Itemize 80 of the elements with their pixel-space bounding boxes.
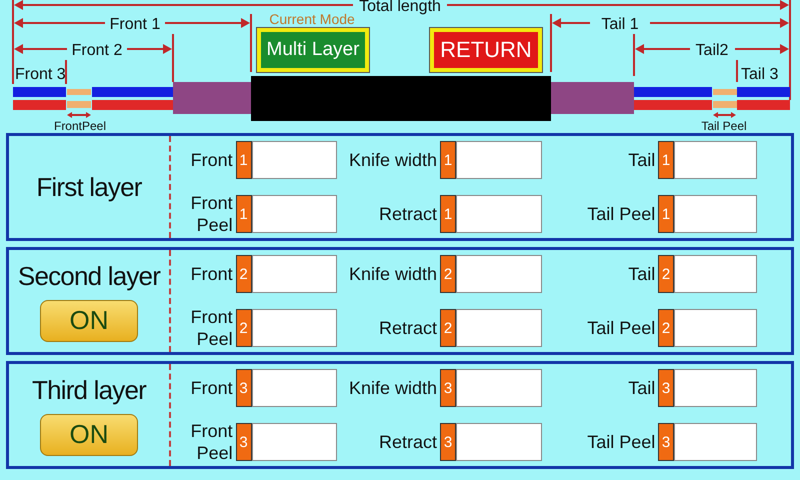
- field-label: Retract: [378, 203, 437, 225]
- layer-title: Second layer: [18, 260, 160, 292]
- mode-button[interactable]: Multi Layer: [257, 28, 369, 72]
- dimension-label: Tail 1: [601, 16, 639, 33]
- wire: [737, 87, 790, 97]
- wire: [737, 100, 790, 110]
- dimension-label: Tail Peel: [701, 119, 747, 133]
- input-field[interactable]: [674, 369, 757, 407]
- input-field[interactable]: [252, 141, 337, 179]
- field-label: Tail Peel: [586, 317, 656, 339]
- input-field[interactable]: [674, 195, 757, 233]
- field-label: Front Peel: [190, 420, 233, 464]
- input-field[interactable]: [252, 369, 337, 407]
- field-label: Tail Peel: [586, 203, 656, 225]
- layer-tag: 1: [236, 195, 252, 233]
- layer-tag: 3: [658, 369, 674, 407]
- layer-tag: 3: [236, 369, 252, 407]
- peeled-wire: [713, 89, 737, 95]
- layer-tag: 3: [440, 423, 456, 461]
- field-label: Tail: [627, 263, 656, 285]
- field-label: Front: [190, 263, 233, 285]
- input-field[interactable]: [252, 423, 337, 461]
- layer-tag: 3: [440, 369, 456, 407]
- dimension-label: Front 3: [15, 66, 66, 83]
- input-field[interactable]: [674, 423, 757, 461]
- input-field[interactable]: [252, 309, 337, 347]
- field-label: Knife width: [348, 149, 437, 171]
- field-label: Tail Peel: [586, 431, 656, 453]
- field-label: Front Peel: [190, 192, 233, 236]
- input-field[interactable]: [456, 195, 542, 233]
- dimension-label: Front 1: [110, 16, 160, 33]
- input-field[interactable]: [456, 423, 542, 461]
- field-label: Retract: [378, 431, 437, 453]
- dimension-label: Tail2: [696, 42, 728, 59]
- layer-title: Third layer: [32, 374, 146, 406]
- field-label: Front Peel: [190, 306, 233, 350]
- input-field[interactable]: [456, 141, 542, 179]
- input-field[interactable]: [252, 255, 337, 293]
- field-label: Knife width: [348, 377, 437, 399]
- dimension-arrow: [67, 112, 91, 118]
- dimension-label: FrontPeel: [54, 119, 106, 133]
- return-button[interactable]: RETURN: [430, 28, 542, 72]
- dimension-label: Tail 3: [741, 66, 778, 83]
- peeled-wire: [67, 101, 91, 108]
- mode-caption: Current Mode: [269, 11, 355, 27]
- layer-tag: 2: [658, 309, 674, 347]
- layer-tag: 2: [658, 255, 674, 293]
- field-label: Front: [190, 377, 233, 399]
- input-field[interactable]: [456, 369, 542, 407]
- peeled-wire: [67, 89, 91, 95]
- layer-tag: 3: [236, 423, 252, 461]
- wire: [13, 87, 66, 97]
- layer-tag: 1: [440, 141, 456, 179]
- field-label: Front: [190, 149, 233, 171]
- layer-tag: 2: [440, 309, 456, 347]
- toggle-button[interactable]: ON: [40, 414, 138, 456]
- field-label: Retract: [378, 317, 437, 339]
- input-field[interactable]: [456, 309, 542, 347]
- layer-tag: 2: [440, 255, 456, 293]
- dimension-arrow: [713, 112, 736, 118]
- layer-tag: 2: [236, 255, 252, 293]
- input-field[interactable]: [674, 255, 757, 293]
- field-label: Tail: [627, 149, 656, 171]
- layer-tag: 3: [658, 423, 674, 461]
- input-field[interactable]: [252, 195, 337, 233]
- layer-title: First layer: [36, 172, 142, 202]
- input-field[interactable]: [674, 141, 757, 179]
- dimension-label: Front 2: [72, 42, 122, 59]
- layer-tag: 1: [658, 141, 674, 179]
- layer-tag: 1: [440, 195, 456, 233]
- field-label: Knife width: [348, 263, 437, 285]
- field-label: Tail: [627, 377, 656, 399]
- toggle-button[interactable]: ON: [40, 300, 138, 342]
- peeled-wire: [713, 101, 737, 108]
- layer-tag: 2: [236, 309, 252, 347]
- layer-tag: 1: [236, 141, 252, 179]
- input-field[interactable]: [456, 255, 542, 293]
- wire: [13, 100, 66, 110]
- layer-tag: 1: [658, 195, 674, 233]
- input-field[interactable]: [674, 309, 757, 347]
